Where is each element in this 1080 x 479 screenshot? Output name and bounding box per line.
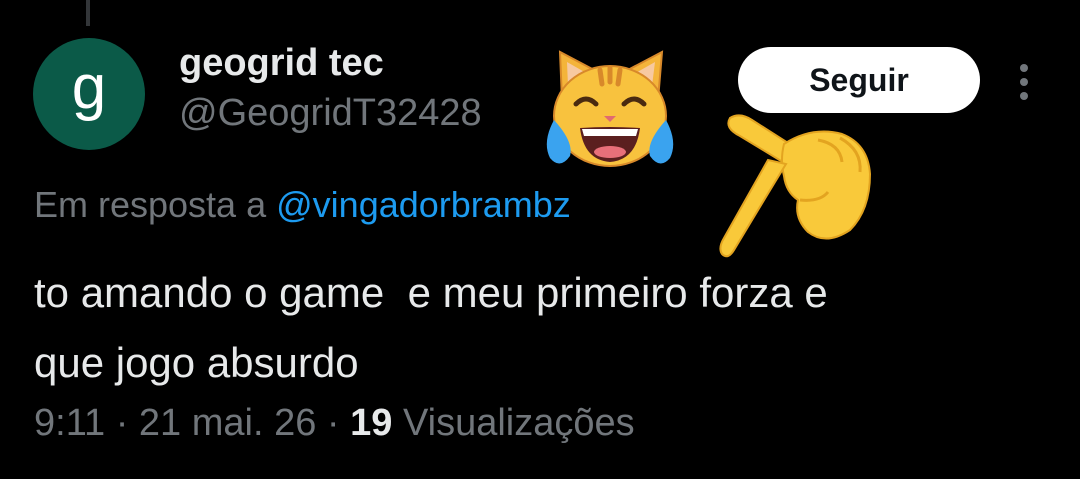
reply-mention-link[interactable]: @vingadorbrambz bbox=[276, 184, 571, 225]
meta-separator: · bbox=[316, 402, 351, 444]
reply-prefix: Em resposta a bbox=[34, 184, 267, 225]
fist bbox=[781, 130, 872, 240]
views-count[interactable]: 19 bbox=[350, 402, 392, 444]
views-label[interactable]: Visualizações bbox=[392, 402, 635, 444]
backhand-index-pointing-down-emoji bbox=[719, 114, 872, 258]
tweet-meta: 9:11 · 21 mai. 26 · 19 Visualizações bbox=[34, 402, 635, 445]
thread-connector-line bbox=[86, 0, 90, 26]
cat-face-with-tears-of-joy-emoji bbox=[546, 50, 674, 167]
avatar[interactable]: g bbox=[33, 38, 145, 150]
reply-context: Em resposta a @vingadorbrambz bbox=[34, 184, 571, 226]
tweet-text: to amando o game e meu primeiro forza e … bbox=[34, 269, 828, 386]
display-name[interactable]: geogrid tec bbox=[179, 42, 384, 85]
user-handle[interactable]: @GeogridT32428 bbox=[179, 92, 482, 135]
meta-separator: · bbox=[105, 402, 139, 444]
tweet-time[interactable]: 9:11 bbox=[34, 402, 105, 444]
tweet-date[interactable]: 21 mai. 26 bbox=[139, 402, 316, 444]
more-vertical-icon[interactable] bbox=[1010, 62, 1038, 102]
